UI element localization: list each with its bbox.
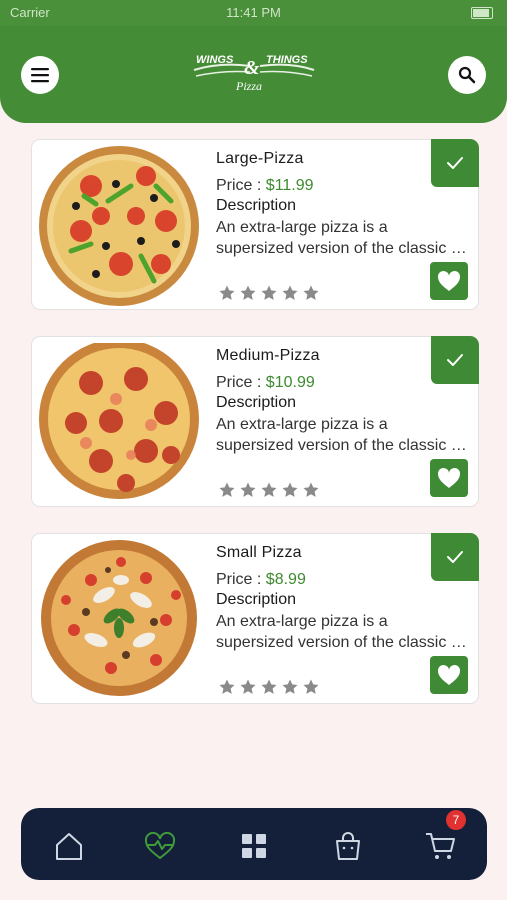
price-label: Price : bbox=[216, 571, 266, 588]
product-description: An extra-large pizza is a supersized ver… bbox=[216, 218, 471, 259]
price-value: $8.99 bbox=[265, 571, 306, 588]
cart-badge: 7 bbox=[446, 810, 466, 830]
nav-home[interactable] bbox=[51, 828, 87, 864]
description-heading: Description bbox=[216, 197, 297, 214]
brand-logo: WINGS & THINGS Pizza bbox=[193, 54, 315, 93]
select-button[interactable] bbox=[431, 336, 479, 384]
heart-icon bbox=[437, 270, 461, 291]
rating-stars[interactable] bbox=[218, 481, 320, 499]
menu-button[interactable] bbox=[21, 56, 59, 94]
price-label: Price : bbox=[216, 374, 266, 391]
bag-icon bbox=[336, 832, 360, 860]
app-header: WINGS & THINGS Pizza bbox=[0, 26, 507, 123]
nav-categories[interactable] bbox=[236, 828, 272, 864]
categories-icon bbox=[242, 834, 266, 858]
price-label: Price : bbox=[216, 177, 266, 194]
bottom-nav bbox=[21, 808, 487, 880]
favorite-button[interactable] bbox=[430, 656, 468, 694]
description-line: An extra-large pizza is a bbox=[216, 416, 388, 433]
nav-cart[interactable] bbox=[423, 828, 459, 864]
description-line: An extra-large pizza is a bbox=[216, 219, 388, 236]
star-icon[interactable] bbox=[281, 481, 299, 499]
pizza-image bbox=[36, 146, 202, 312]
search-icon bbox=[458, 66, 476, 84]
star-icon[interactable] bbox=[239, 678, 257, 696]
product-price: Price : $8.99 bbox=[216, 571, 306, 589]
star-icon[interactable] bbox=[218, 284, 236, 302]
select-button[interactable] bbox=[431, 139, 479, 187]
checkmark-icon bbox=[447, 354, 463, 366]
product-card[interactable]: Small Pizza Price : $8.99 Description An… bbox=[31, 533, 479, 704]
product-description: An extra-large pizza is a supersized ver… bbox=[216, 612, 471, 653]
pizza-image bbox=[36, 540, 202, 706]
product-title: Medium-Pizza bbox=[216, 347, 320, 364]
search-button[interactable] bbox=[448, 56, 486, 94]
favorite-button[interactable] bbox=[430, 262, 468, 300]
price-value: $11.99 bbox=[265, 177, 314, 194]
product-title: Small Pizza bbox=[216, 544, 302, 561]
heart-icon bbox=[437, 664, 461, 685]
description-line: An extra-large pizza is a bbox=[216, 613, 388, 630]
star-icon[interactable] bbox=[281, 678, 299, 696]
status-bar: Carrier 11:41 PM bbox=[0, 0, 507, 26]
star-icon[interactable] bbox=[239, 481, 257, 499]
star-icon[interactable] bbox=[239, 284, 257, 302]
description-line: supersized version of the classic pizza bbox=[216, 436, 471, 454]
product-description: An extra-large pizza is a supersized ver… bbox=[216, 415, 471, 456]
select-button[interactable] bbox=[431, 533, 479, 581]
clock: 11:41 PM bbox=[226, 5, 281, 20]
product-price: Price : $11.99 bbox=[216, 177, 314, 195]
star-icon[interactable] bbox=[302, 481, 320, 499]
description-line: supersized version of the classic pizza bbox=[216, 239, 471, 257]
logo-ampersand: & bbox=[244, 57, 260, 79]
star-icon[interactable] bbox=[260, 481, 278, 499]
cart-icon bbox=[426, 833, 455, 859]
checkmark-icon bbox=[447, 551, 463, 563]
battery-icon bbox=[471, 7, 493, 19]
product-price: Price : $10.99 bbox=[216, 374, 315, 392]
logo-text-right: THINGS bbox=[266, 54, 308, 66]
home-icon bbox=[56, 833, 82, 860]
description-heading: Description bbox=[216, 394, 297, 411]
product-title: Large-Pizza bbox=[216, 150, 304, 167]
star-icon[interactable] bbox=[302, 284, 320, 302]
rating-stars[interactable] bbox=[218, 284, 320, 302]
nav-favorites[interactable] bbox=[142, 828, 178, 864]
nav-bag[interactable] bbox=[330, 828, 366, 864]
favorite-button[interactable] bbox=[430, 459, 468, 497]
logo-subtext: Pizza bbox=[235, 79, 262, 93]
product-card[interactable]: Medium-Pizza Price : $10.99 Description … bbox=[31, 336, 479, 507]
star-icon[interactable] bbox=[260, 284, 278, 302]
price-value: $10.99 bbox=[265, 374, 315, 391]
star-icon[interactable] bbox=[302, 678, 320, 696]
pizza-image bbox=[36, 339, 202, 509]
heart-icon bbox=[437, 467, 461, 488]
star-icon[interactable] bbox=[281, 284, 299, 302]
product-card[interactable]: Large-Pizza Price : $11.99 Description A… bbox=[31, 139, 479, 310]
favorites-icon bbox=[144, 831, 176, 860]
description-line: supersized version of the classic pizza bbox=[216, 633, 471, 651]
star-icon[interactable] bbox=[218, 481, 236, 499]
rating-stars[interactable] bbox=[218, 678, 320, 696]
hamburger-icon bbox=[31, 68, 49, 83]
logo-text-left: WINGS bbox=[196, 54, 234, 66]
star-icon[interactable] bbox=[218, 678, 236, 696]
checkmark-icon bbox=[447, 157, 463, 169]
star-icon[interactable] bbox=[260, 678, 278, 696]
description-heading: Description bbox=[216, 591, 297, 608]
